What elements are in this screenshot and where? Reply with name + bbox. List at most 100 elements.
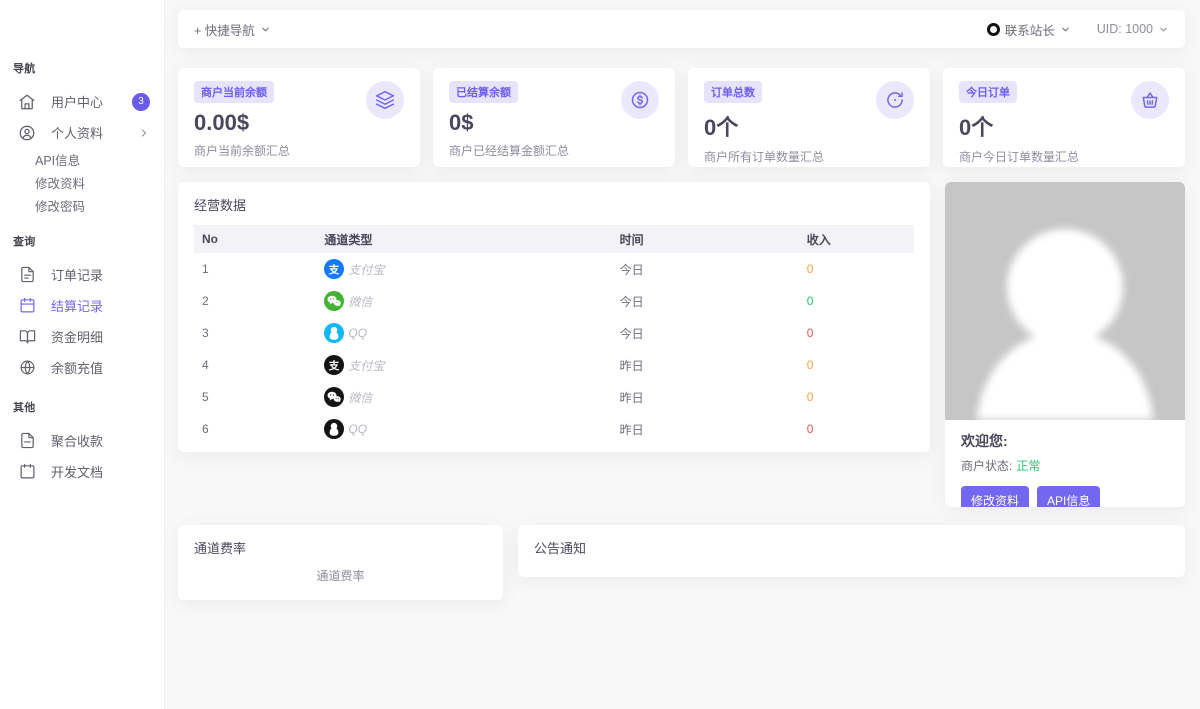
quick-nav-dropdown[interactable]: + 快捷导航 [194,20,271,39]
stat-card-total-orders: 订单总数 0个 商户所有订单数量汇总 [688,68,930,167]
notice-card: 公告通知 [518,525,1185,577]
sidebar-subitem-api-info[interactable]: API信息 [0,148,164,171]
stat-description: 商户当前余额汇总 [194,142,404,159]
sidebar-item-settlement-records[interactable]: 结算记录 [0,290,164,321]
column-header-no: No [194,225,316,253]
stat-card-settled-balance: 已结算余额 0$ 商户已经结算金额汇总 [433,68,675,167]
alipay-icon: 支 [324,259,344,279]
user-circle-icon [18,124,36,142]
cell-no: 4 [194,349,316,381]
channel-label: 微信 [348,389,372,406]
avatar [945,182,1185,420]
contact-admin-dropdown[interactable]: 联系站长 [987,20,1071,39]
cell-income: 0 [799,413,914,445]
welcome-text: 欢迎您: [961,431,1169,451]
sidebar-item-label: 开发文档 [51,462,103,481]
sidebar-item-balance-recharge[interactable]: 余额充值 [0,352,164,383]
globe-icon [18,359,36,377]
cell-time: 今日 [612,317,799,349]
wechat-icon [324,387,344,407]
channel-rate-title: 通道费率 [194,538,487,557]
sidebar-item-label: 用户中心 [51,92,103,111]
cell-time: 今日 [612,285,799,317]
bottom-row: 通道费率 通道费率 公告通知 [178,525,1185,600]
channel-label: 支付宝 [348,357,384,374]
table-row: 2 微信 今日 0 [194,285,914,317]
notice-title: 公告通知 [534,538,1169,557]
channel-label: QQ [348,326,367,340]
chevron-down-icon [260,24,271,35]
layers-icon [366,81,404,119]
sidebar-item-label: 个人资料 [51,123,103,142]
cell-time: 昨日 [612,381,799,413]
cell-income: 0 [799,285,914,317]
qq-icon [324,419,344,439]
business-data-card: 经营数据 No 通道类型 时间 收入 1 [178,182,930,452]
table-row: 5 微信 昨日 0 [194,381,914,413]
refresh-icon [876,81,914,119]
chevron-down-icon [1060,24,1071,35]
stat-badge: 今日订单 [959,81,1017,103]
cell-no: 6 [194,413,316,445]
cell-no: 5 [194,381,316,413]
sidebar-item-label: 订单记录 [51,265,103,284]
alipay-icon: 支 [324,355,344,375]
channel-rate-card: 通道费率 通道费率 [178,525,503,600]
sidebar-subitem-edit-profile[interactable]: 修改资料 [0,171,164,194]
table-row: 4 支 支付宝 昨日 0 [194,349,914,381]
main-content: + 快捷导航 联系站长 UID: 1000 [165,0,1200,709]
sidebar-item-label: 余额充值 [51,358,103,377]
sidebar-item-order-records[interactable]: 订单记录 [0,259,164,290]
book-open-icon [18,328,36,346]
calendar-icon [18,297,36,315]
api-info-button[interactable]: API信息 [1037,486,1100,507]
sidebar-item-dev-docs[interactable]: 开发文档 [0,456,164,487]
channel-label: 微信 [348,293,372,310]
stat-card-today-orders: 今日订单 0个 商户今日订单数量汇总 [943,68,1185,167]
site-logo-icon [987,23,1000,36]
qq-icon [324,323,344,343]
cell-income: 0 [799,317,914,349]
column-header-income: 收入 [799,225,914,253]
edit-profile-button[interactable]: 修改资料 [961,486,1029,507]
cell-time: 昨日 [612,413,799,445]
sidebar-item-user-center[interactable]: 用户中心 3 [0,86,164,117]
stat-description: 商户已经结算金额汇总 [449,142,659,159]
cell-time: 今日 [612,253,799,285]
stat-badge: 已结算余额 [449,81,518,103]
status-value: 正常 [1016,459,1040,473]
stat-description: 商户今日订单数量汇总 [959,148,1169,165]
chevron-down-icon [1158,24,1169,35]
business-data-title: 经营数据 [194,195,914,214]
sidebar-section-nav: 导航 [0,60,164,76]
basket-icon [1131,81,1169,119]
profile-card: 欢迎您: 商户状态:正常 修改资料 API信息 [945,182,1185,507]
stat-card-current-balance: 商户当前余额 0.00$ 商户当前余额汇总 [178,68,420,167]
calendar-icon [18,463,36,481]
cell-time: 昨日 [612,349,799,381]
stat-description: 商户所有订单数量汇总 [704,148,914,165]
channel-rate-content: 通道费率 [194,567,487,584]
cell-income: 0 [799,381,914,413]
cell-income: 0 [799,349,914,381]
chevron-right-icon [138,127,150,139]
home-icon [18,93,36,111]
table-row: 6 QQ 昨日 0 [194,413,914,445]
sidebar-item-fund-details[interactable]: 资金明细 [0,321,164,352]
cell-no: 1 [194,253,316,285]
stat-cards-row: 商户当前余额 0.00$ 商户当前余额汇总 已结算余额 0$ 商户已经结算金额汇… [178,68,1185,167]
file-icon [18,432,36,450]
uid-dropdown[interactable]: UID: 1000 [1097,22,1169,36]
dollar-circle-icon [621,81,659,119]
channel-label: 支付宝 [348,261,384,278]
app-root: 导航 用户中心 3 个人资料 API信息 修改资料 修改密码 查询 订单记录 [0,0,1200,709]
notification-badge: 3 [132,93,150,111]
sidebar-section-query: 查询 [0,233,164,249]
sidebar-subitem-edit-password[interactable]: 修改密码 [0,194,164,217]
svg-text:支: 支 [328,359,340,372]
sidebar-item-profile[interactable]: 个人资料 [0,117,164,148]
cell-income: 0 [799,253,914,285]
sidebar-item-aggregate-collection[interactable]: 聚合收款 [0,425,164,456]
column-header-time: 时间 [612,225,799,253]
wechat-icon [324,291,344,311]
